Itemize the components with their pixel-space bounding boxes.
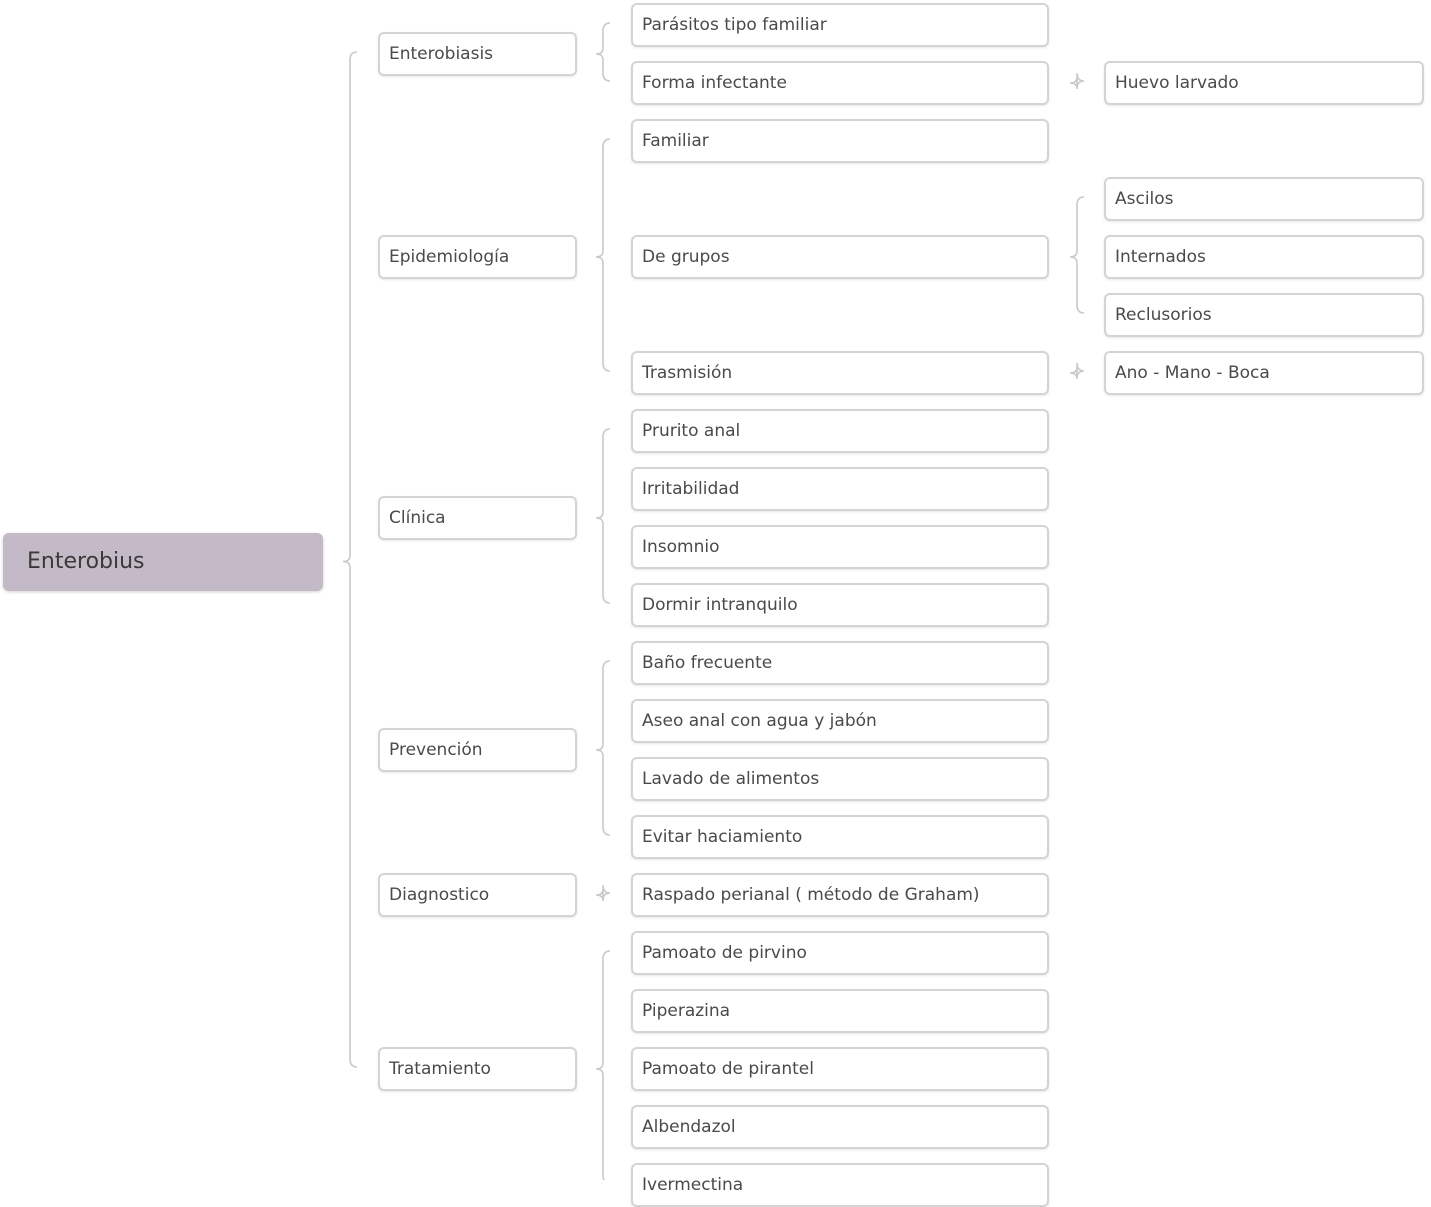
node-dormir-intranquilo[interactable]: Dormir intranquilo: [631, 583, 1049, 627]
node-label: Ascilos: [1115, 189, 1174, 209]
node-de-grupos[interactable]: De grupos: [631, 235, 1049, 279]
node-internados[interactable]: Internados: [1104, 235, 1424, 279]
bracket-connector: [1069, 196, 1085, 314]
node-clinica[interactable]: Clínica: [378, 496, 577, 540]
node-label: Prevención: [389, 740, 483, 760]
node-prurito-anal[interactable]: Prurito anal: [631, 409, 1049, 453]
node-label: Forma infectante: [642, 73, 787, 93]
bracket-connector: [595, 660, 611, 836]
node-label: Raspado perianal ( método de Graham): [642, 885, 980, 905]
bracket-connector: [595, 950, 611, 1180]
node-tratamiento[interactable]: Tratamiento: [378, 1047, 577, 1091]
node-label: Albendazol: [642, 1117, 736, 1137]
root-node[interactable]: Enterobius: [3, 532, 323, 591]
bracket-connector: [595, 22, 611, 82]
node-parasitos-tipo-familiar[interactable]: Parásitos tipo familiar: [631, 3, 1049, 47]
node-label: Reclusorios: [1115, 305, 1212, 325]
node-label: Epidemiología: [389, 247, 510, 267]
mind-map: Enterobius Enterobiasis Parásitos tipo fa…: [0, 0, 1431, 1207]
node-prevencion[interactable]: Prevención: [378, 728, 577, 772]
node-huevo-larvado[interactable]: Huevo larvado: [1104, 61, 1424, 105]
node-ivermectina[interactable]: Ivermectina: [631, 1163, 1049, 1207]
node-enterobiasis[interactable]: Enterobiasis: [378, 32, 577, 76]
bracket-connector: [1069, 362, 1085, 380]
node-label: Lavado de alimentos: [642, 769, 820, 789]
node-ano-mano-boca[interactable]: Ano - Mano - Boca: [1104, 351, 1424, 395]
node-aseo-anal-con-agua-y-jabon[interactable]: Aseo anal con agua y jabón: [631, 699, 1049, 743]
node-label: Pamoato de pirantel: [642, 1059, 814, 1079]
node-irritabilidad[interactable]: Irritabilidad: [631, 467, 1049, 511]
node-label: Trasmisión: [642, 363, 733, 383]
node-evitar-haciamiento[interactable]: Evitar haciamiento: [631, 815, 1049, 859]
node-familiar[interactable]: Familiar: [631, 119, 1049, 163]
node-label: De grupos: [642, 247, 730, 267]
node-label: Pamoato de pirvino: [642, 943, 807, 963]
node-label: Baño frecuente: [642, 653, 773, 673]
node-reclusorios[interactable]: Reclusorios: [1104, 293, 1424, 337]
node-epidemiologia[interactable]: Epidemiología: [378, 235, 577, 279]
node-albendazol[interactable]: Albendazol: [631, 1105, 1049, 1149]
bracket-connector: [595, 428, 611, 604]
node-raspado-perianal-metodo-de-graham[interactable]: Raspado perianal ( método de Graham): [631, 873, 1049, 917]
node-label: Irritabilidad: [642, 479, 740, 499]
bracket-connector: [1069, 72, 1085, 90]
bracket-connector: [595, 138, 611, 372]
node-label: Familiar: [642, 131, 709, 151]
node-pamoato-de-pirvino[interactable]: Pamoato de pirvino: [631, 931, 1049, 975]
node-label: Dormir intranquilo: [642, 595, 798, 615]
node-label: Insomnio: [642, 537, 720, 557]
node-label: Prurito anal: [642, 421, 741, 441]
node-label: Parásitos tipo familiar: [642, 15, 827, 35]
node-bano-frecuente[interactable]: Baño frecuente: [631, 641, 1049, 685]
node-forma-infectante[interactable]: Forma infectante: [631, 61, 1049, 105]
root-node-label: Enterobius: [27, 548, 145, 574]
node-insomnio[interactable]: Insomnio: [631, 525, 1049, 569]
node-trasmision[interactable]: Trasmisión: [631, 351, 1049, 395]
bracket-connector: [595, 884, 611, 902]
node-diagnostico[interactable]: Diagnostico: [378, 873, 577, 917]
node-label: Ivermectina: [642, 1175, 744, 1195]
node-label: Tratamiento: [389, 1059, 491, 1079]
node-ascilos[interactable]: Ascilos: [1104, 177, 1424, 221]
node-label: Piperazina: [642, 1001, 731, 1021]
node-label: Aseo anal con agua y jabón: [642, 711, 877, 731]
node-label: Ano - Mano - Boca: [1115, 363, 1270, 383]
bracket-connector: [342, 51, 358, 1068]
node-pamoato-de-pirantel[interactable]: Pamoato de pirantel: [631, 1047, 1049, 1091]
node-label: Evitar haciamiento: [642, 827, 803, 847]
node-label: Enterobiasis: [389, 44, 494, 64]
node-label: Diagnostico: [389, 885, 490, 905]
node-lavado-de-alimentos[interactable]: Lavado de alimentos: [631, 757, 1049, 801]
node-label: Huevo larvado: [1115, 73, 1239, 93]
node-piperazina[interactable]: Piperazina: [631, 989, 1049, 1033]
node-label: Internados: [1115, 247, 1206, 267]
node-label: Clínica: [389, 508, 446, 528]
